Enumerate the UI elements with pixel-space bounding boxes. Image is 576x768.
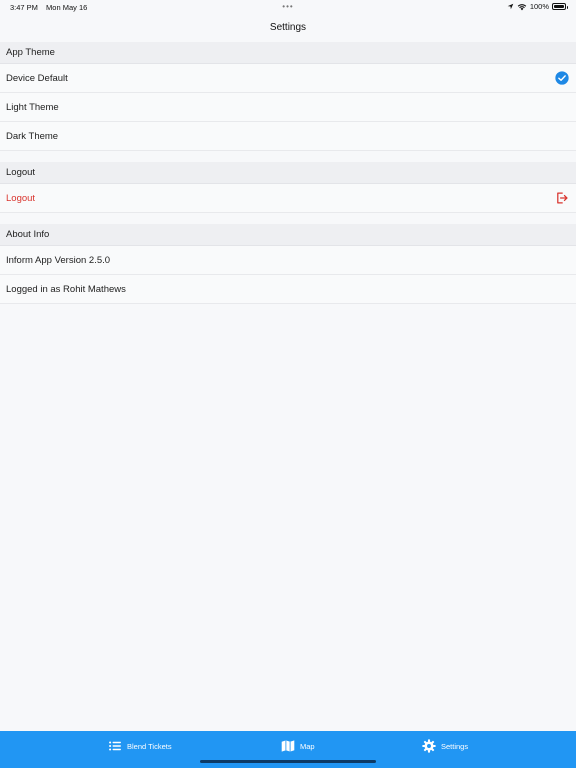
multitasking-dots-icon[interactable]: ••• [282, 2, 293, 11]
tab-label: Settings [441, 741, 469, 751]
home-indicator[interactable] [200, 760, 376, 763]
status-bar: 3:47 PM Mon May 16 ••• 100% [0, 0, 576, 14]
list-icon [109, 741, 121, 751]
logged-in-label: Logged in as Rohit Mathews [6, 284, 126, 295]
theme-option-light[interactable]: Light Theme [0, 93, 576, 122]
gear-icon [422, 739, 436, 753]
theme-option-device-default[interactable]: Device Default [0, 64, 576, 93]
theme-option-label: Light Theme [6, 102, 59, 113]
battery-percent: 100% [529, 2, 549, 11]
tab-label: Blend Tickets [127, 741, 172, 751]
section-header-logout: Logout [0, 162, 576, 184]
section-header-app-theme: App Theme [0, 42, 576, 64]
status-date: Mon May 16 [46, 3, 88, 12]
settings-screen: 3:47 PM Mon May 16 ••• 100% Settings App… [0, 0, 576, 768]
location-arrow-icon [507, 3, 514, 10]
tab-blend-tickets[interactable]: Blend Tickets [108, 731, 172, 761]
theme-option-label: Dark Theme [6, 131, 59, 142]
tab-bar: Blend Tickets Map Settings [0, 731, 576, 768]
battery-icon [552, 3, 568, 10]
about-app-version: Inform App Version 2.5.0 [0, 246, 576, 275]
about-logged-in-user: Logged in as Rohit Mathews [0, 275, 576, 304]
tab-label: Map [300, 741, 315, 751]
section-header-about-info: About Info [0, 224, 576, 246]
logout-icon [557, 192, 568, 204]
navigation-bar: Settings [0, 14, 576, 42]
status-time: 3:47 PM [10, 3, 38, 12]
app-version-label: Inform App Version 2.5.0 [6, 255, 111, 266]
map-icon [281, 740, 295, 752]
checkmark-circle-icon [555, 71, 569, 85]
page-title: Settings [269, 22, 307, 33]
tab-settings[interactable]: Settings [422, 731, 468, 761]
logout-label: Logout [6, 193, 36, 204]
wifi-icon [517, 3, 527, 10]
theme-option-dark[interactable]: Dark Theme [0, 122, 576, 151]
logout-button[interactable]: Logout [0, 184, 576, 213]
theme-option-label: Device Default [6, 73, 68, 84]
tab-map[interactable]: Map [281, 731, 315, 761]
